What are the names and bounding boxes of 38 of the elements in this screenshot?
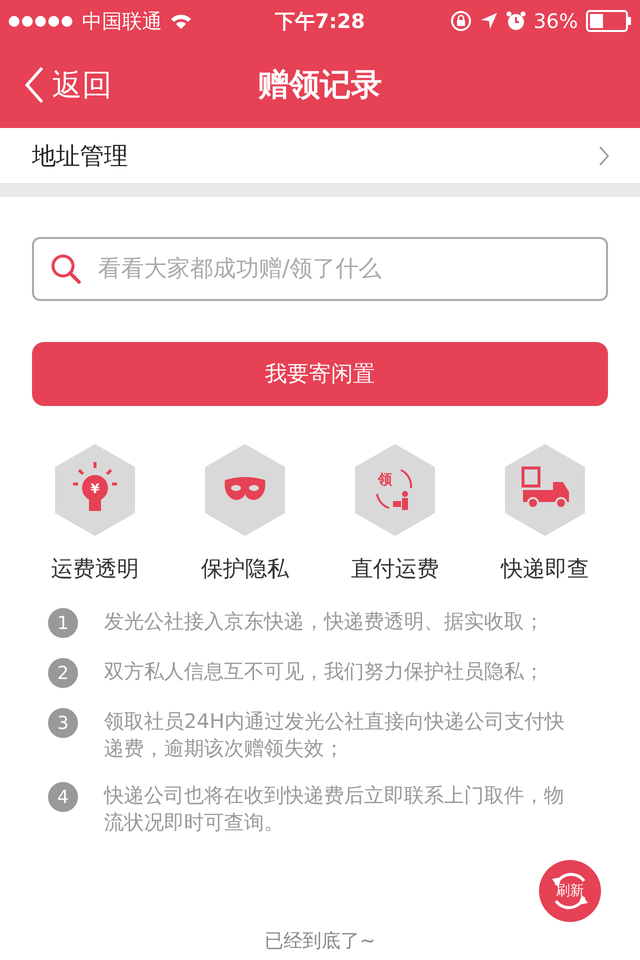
address-label[interactable]: 地址管理 bbox=[32, 140, 128, 172]
page-title: 赠领记录 bbox=[258, 66, 382, 105]
number-badge: 1 bbox=[48, 608, 78, 638]
rotation-lock-icon bbox=[450, 10, 472, 32]
feature-label: 快递即查 bbox=[501, 556, 589, 584]
note-text: 快递公司也将在收到快递费后立即联系上门取件，物流状况即时可查询。 bbox=[104, 782, 565, 836]
clock-time: 下午7:28 bbox=[275, 8, 365, 34]
refresh-label[interactable]: 刷新 bbox=[556, 882, 584, 900]
signal-strength: ●●●●● bbox=[8, 13, 74, 29]
lightbulb-icon: ¥ bbox=[55, 444, 135, 536]
note-text: 领取社员24H内通过发光公社直接向快递公司支付快递费，逾期该次赠领失效； bbox=[104, 708, 566, 762]
back-label[interactable]: 返回 bbox=[52, 64, 112, 106]
payment-icon: 领 bbox=[355, 444, 435, 536]
truck-icon bbox=[505, 444, 585, 536]
end-of-list-text: 已经到底了~ bbox=[264, 929, 376, 954]
feature-label: 直付运费 bbox=[351, 556, 439, 584]
search-icon bbox=[50, 253, 82, 285]
mask-icon bbox=[205, 444, 285, 536]
battery-percentage: 36% bbox=[534, 9, 578, 33]
post-item-button[interactable]: 我要寄闲置 bbox=[32, 342, 608, 406]
alarm-clock-icon bbox=[506, 11, 526, 31]
wifi-icon bbox=[170, 13, 192, 29]
chevron-left-icon bbox=[24, 66, 44, 104]
search-field[interactable]: 看看大家都成功赠/领了什么 bbox=[32, 237, 608, 301]
number-badge: 4 bbox=[48, 782, 78, 812]
note-text: 发光公社接入京东快递，快递费透明、据实收取； bbox=[104, 608, 544, 635]
feature-label: 保护隐私 bbox=[201, 556, 289, 584]
feature-label: 运费透明 bbox=[51, 556, 139, 584]
number-badge: 2 bbox=[48, 658, 78, 688]
back-button[interactable]: 返回 bbox=[0, 64, 112, 106]
refresh-button[interactable]: 刷新 bbox=[539, 860, 601, 922]
battery-icon bbox=[586, 10, 632, 32]
number-badge: 3 bbox=[48, 708, 78, 738]
note-text: 双方私人信息互不可见，我们努力保护社员隐私； bbox=[104, 658, 544, 685]
location-arrow-icon bbox=[480, 12, 498, 30]
address-row[interactable]: 地址管理 bbox=[0, 128, 640, 183]
chevron-right-icon bbox=[598, 144, 610, 166]
carrier-name: 中国联通 bbox=[82, 8, 162, 34]
